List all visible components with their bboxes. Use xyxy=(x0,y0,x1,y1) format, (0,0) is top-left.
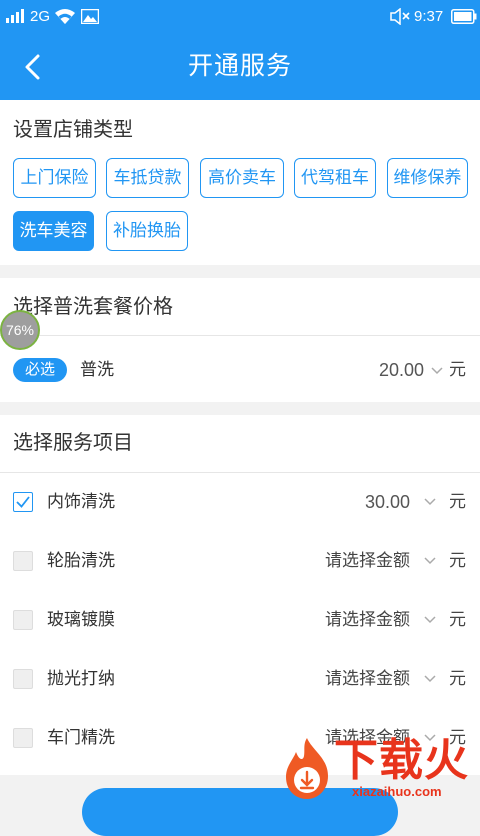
tag-maintenance[interactable]: 维修保养 xyxy=(387,158,468,198)
clock: 9:37 xyxy=(414,8,444,25)
shop-type-heading: 设置店铺类型 xyxy=(13,119,133,141)
submit-button[interactable] xyxy=(82,788,398,836)
mute-icon xyxy=(390,8,410,25)
service-name: 车门精洗 xyxy=(47,728,115,747)
chevron-down-icon[interactable] xyxy=(423,615,437,625)
page-title: 开通服务 xyxy=(187,52,292,80)
service-checkbox[interactable] xyxy=(13,492,33,512)
status-bar: 2G 9:37 xyxy=(0,0,480,33)
chevron-down-icon[interactable] xyxy=(423,497,437,507)
service-unit: 元 xyxy=(449,669,466,688)
signal-icon xyxy=(6,9,24,23)
service-amount[interactable]: 30.00 xyxy=(260,490,410,514)
service-checkbox[interactable] xyxy=(13,551,33,571)
wifi-icon xyxy=(55,9,75,24)
watermark-brand: 下载火 xyxy=(334,736,469,785)
divider xyxy=(0,335,480,336)
tag-car-loan[interactable]: 车抵贷款 xyxy=(106,158,189,198)
chevron-down-icon[interactable] xyxy=(423,556,437,566)
tag-driver-rental[interactable]: 代驾租车 xyxy=(294,158,376,198)
service-unit: 元 xyxy=(449,551,466,570)
service-checkbox[interactable] xyxy=(13,669,33,689)
package-heading: 选择普洗套餐价格 xyxy=(13,296,173,318)
service-amount[interactable]: 请选择金额 xyxy=(260,608,410,632)
check-icon xyxy=(16,496,30,508)
watermark-site: xiazaihuo.com xyxy=(352,784,442,799)
floating-percent-bubble[interactable]: 76% xyxy=(0,310,40,350)
app-header: 开通服务 xyxy=(0,33,480,100)
service-name: 玻璃镀膜 xyxy=(47,610,115,629)
service-name: 内饰清洗 xyxy=(47,492,115,511)
service-unit: 元 xyxy=(449,492,466,511)
service-name: 轮胎清洗 xyxy=(47,551,115,570)
service-name: 抛光打纳 xyxy=(47,669,115,688)
network-type: 2G xyxy=(30,8,51,25)
chevron-down-icon[interactable] xyxy=(423,674,437,684)
tag-car-wash[interactable]: 洗车美容 xyxy=(13,211,94,251)
service-unit: 元 xyxy=(449,610,466,629)
flame-logo-icon xyxy=(286,738,328,799)
service-checkbox[interactable] xyxy=(13,610,33,630)
services-section xyxy=(0,415,480,775)
package-name: 普洗 xyxy=(80,360,114,379)
chevron-down-icon[interactable] xyxy=(430,366,444,376)
battery-icon xyxy=(451,9,477,24)
tag-door-insurance[interactable]: 上门保险 xyxy=(13,158,96,198)
service-amount[interactable]: 请选择金额 xyxy=(260,667,410,691)
tag-tire-repair[interactable]: 补胎换胎 xyxy=(106,211,188,251)
required-badge: 必选 xyxy=(13,358,67,382)
tag-sell-car[interactable]: 高价卖车 xyxy=(200,158,284,198)
image-icon xyxy=(81,9,99,24)
service-amount[interactable]: 请选择金额 xyxy=(260,549,410,573)
services-heading: 选择服务项目 xyxy=(13,432,133,454)
package-price[interactable]: 20.00 xyxy=(300,358,424,382)
package-unit: 元 xyxy=(449,360,466,379)
divider xyxy=(0,472,480,473)
service-checkbox[interactable] xyxy=(13,728,33,748)
